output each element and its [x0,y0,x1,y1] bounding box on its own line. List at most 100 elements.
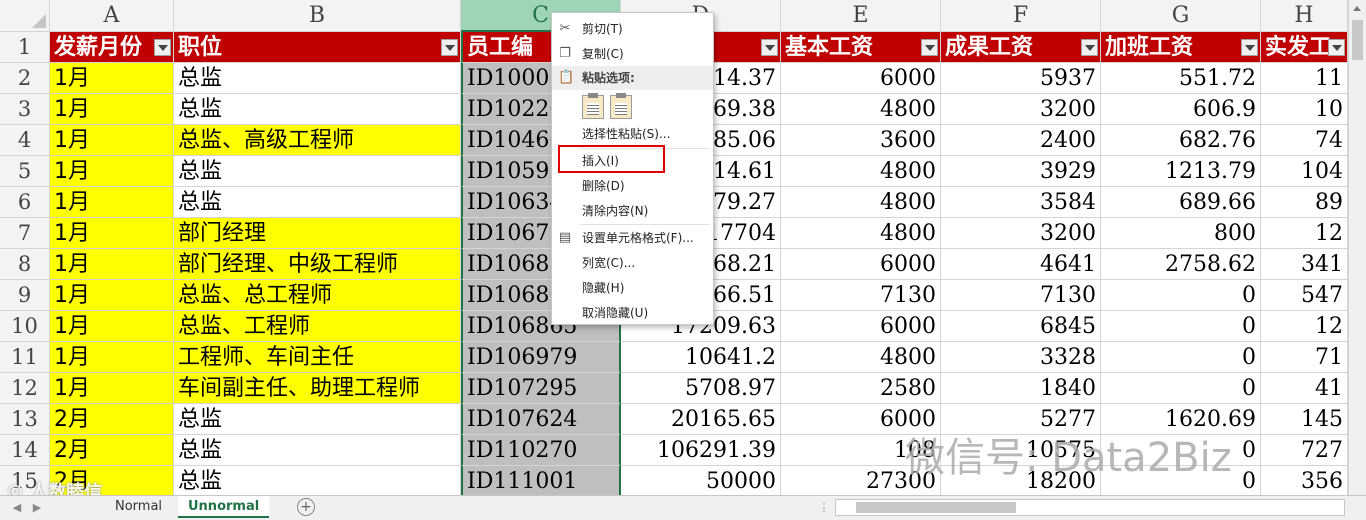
table-cell[interactable]: 4800 [781,218,941,249]
table-cell[interactable]: 341 [1261,249,1348,280]
table-cell[interactable]: ID106979 [461,342,621,373]
table-cell[interactable]: 4800 [781,187,941,218]
table-cell[interactable]: 11 [1261,63,1348,94]
table-cell[interactable]: 总监 [174,156,461,187]
table-header-cell[interactable]: 加班工资 [1101,32,1261,63]
table-cell[interactable]: ID107624 [461,404,621,435]
row-header[interactable]: 8 [0,249,50,280]
table-cell[interactable]: 20165.65 [621,404,781,435]
menu-copy[interactable]: ❐ 复制(C) [552,42,713,66]
table-cell[interactable]: 1月 [50,373,174,404]
table-cell[interactable]: 356 [1261,466,1348,495]
table-cell[interactable]: 总监、工程师 [174,311,461,342]
table-cell[interactable]: 总监 [174,94,461,125]
select-all-corner[interactable] [0,0,50,32]
row-header[interactable]: 4 [0,125,50,156]
table-cell[interactable]: 总监、高级工程师 [174,125,461,156]
table-cell[interactable]: 6000 [781,249,941,280]
more-options-icon[interactable]: ⋮ [817,500,831,516]
row-header[interactable]: 12 [0,373,50,404]
table-cell[interactable]: 1月 [50,249,174,280]
filter-dropdown-icon[interactable] [154,39,171,56]
table-cell[interactable]: 3600 [781,125,941,156]
table-cell[interactable]: 1月 [50,125,174,156]
table-cell[interactable]: 547 [1261,280,1348,311]
vertical-scrollbar[interactable] [1348,0,1366,495]
table-cell[interactable]: 1月 [50,156,174,187]
filter-dropdown-icon[interactable] [761,39,778,56]
row-header[interactable]: 5 [0,156,50,187]
tab-prev-icon[interactable]: ◀ [10,500,24,516]
table-cell[interactable]: ID107295 [461,373,621,404]
row-header[interactable]: 3 [0,94,50,125]
table-cell[interactable]: 12 [1261,218,1348,249]
table-cell[interactable]: 车间副主任、助理工程师 [174,373,461,404]
table-cell[interactable]: 6845 [941,311,1101,342]
table-cell[interactable]: 727 [1261,435,1348,466]
menu-column-width[interactable]: 列宽(C)... [552,251,713,275]
table-cell[interactable]: 10 [1261,94,1348,125]
row-header[interactable]: 14 [0,435,50,466]
table-cell[interactable]: 部门经理 [174,218,461,249]
table-cell[interactable]: 总监 [174,435,461,466]
row-header[interactable]: 10 [0,311,50,342]
row-header[interactable]: 13 [0,404,50,435]
table-cell[interactable]: 1月 [50,94,174,125]
table-cell[interactable]: 145 [1261,404,1348,435]
table-cell[interactable]: 800 [1101,218,1261,249]
tab-normal[interactable]: Normal [105,496,172,518]
table-cell[interactable]: 2400 [941,125,1101,156]
scroll-thumb[interactable] [1352,20,1363,60]
table-cell[interactable]: 4641 [941,249,1101,280]
menu-cut[interactable]: ✂ 剪切(T) [552,17,713,41]
table-cell[interactable]: 104 [1261,156,1348,187]
table-cell[interactable]: 2758.62 [1101,249,1261,280]
table-cell[interactable]: 71 [1261,342,1348,373]
table-cell[interactable]: 0 [1101,342,1261,373]
table-cell[interactable]: 1840 [941,373,1101,404]
table-cell[interactable]: 3200 [941,218,1101,249]
filter-dropdown-icon[interactable] [1241,39,1258,56]
table-cell[interactable]: 606.9 [1101,94,1261,125]
table-cell[interactable]: 部门经理、中级工程师 [174,249,461,280]
table-cell[interactable]: 7130 [941,280,1101,311]
hscroll-thumb[interactable] [856,502,1016,513]
table-cell[interactable]: 总监 [174,63,461,94]
table-cell[interactable]: 50000 [621,466,781,495]
paste-values-icon[interactable] [610,93,632,119]
table-cell[interactable]: 2580 [781,373,941,404]
menu-unhide[interactable]: 取消隐藏(U) [552,301,713,325]
table-cell[interactable]: 1月 [50,342,174,373]
row-header[interactable]: 2 [0,63,50,94]
filter-dropdown-icon[interactable] [441,39,458,56]
column-header-g[interactable]: G [1101,0,1261,32]
table-header-cell[interactable]: 职位 [174,32,461,63]
table-cell[interactable]: 总监 [174,404,461,435]
table-cell[interactable]: 6000 [781,63,941,94]
table-cell[interactable]: 689.66 [1101,187,1261,218]
table-cell[interactable]: ID110270 [461,435,621,466]
table-cell[interactable]: 41 [1261,373,1348,404]
column-header-e[interactable]: E [781,0,941,32]
table-cell[interactable]: 10641.2 [621,342,781,373]
table-cell[interactable]: 0 [1101,280,1261,311]
table-cell[interactable]: 89 [1261,187,1348,218]
table-header-cell[interactable]: 发薪月份 [50,32,174,63]
table-header-cell[interactable]: 基本工资 [781,32,941,63]
table-cell[interactable]: 1月 [50,187,174,218]
table-cell[interactable]: 总监、总工程师 [174,280,461,311]
column-header-b[interactable]: B [174,0,461,32]
table-cell[interactable]: 1月 [50,63,174,94]
table-cell[interactable]: 3328 [941,342,1101,373]
table-cell[interactable]: 5937 [941,63,1101,94]
filter-dropdown-icon[interactable] [1328,39,1345,56]
table-cell[interactable]: 106291.39 [621,435,781,466]
table-cell[interactable]: 总监 [174,466,461,495]
filter-dropdown-icon[interactable] [1081,39,1098,56]
table-cell[interactable]: 12 [1261,311,1348,342]
row-header[interactable]: 1 [0,32,50,63]
table-cell[interactable]: 1月 [50,280,174,311]
table-cell[interactable]: 2月 [50,404,174,435]
tab-next-icon[interactable]: ▶ [30,500,44,516]
table-header-cell[interactable]: 实发工 [1261,32,1348,63]
